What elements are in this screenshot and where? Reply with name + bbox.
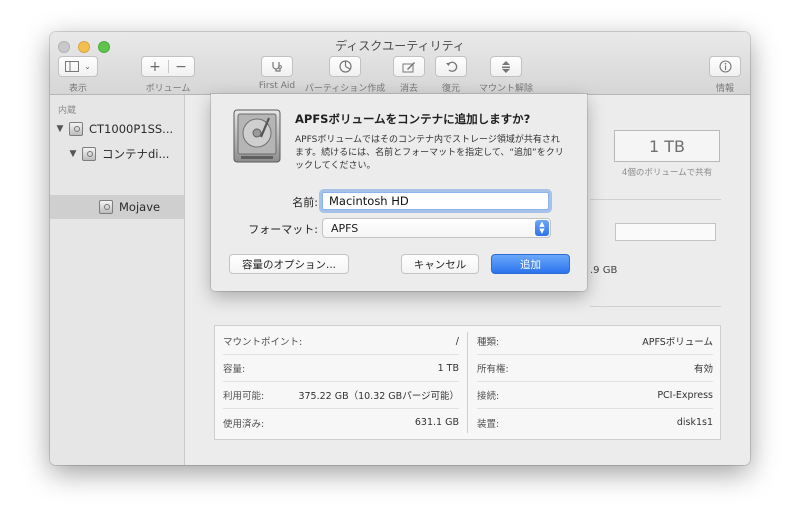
info-label: 種類:	[477, 337, 500, 348]
hard-drive-icon	[233, 109, 281, 163]
info-label: 容量:	[223, 364, 246, 375]
format-label: フォーマット:	[248, 223, 318, 236]
info-row: 使用済み: 631.1 GB	[223, 409, 459, 436]
info-label: 所有権:	[477, 364, 509, 375]
info-column-divider	[467, 332, 468, 433]
divider	[590, 306, 721, 307]
restore-button[interactable]	[435, 56, 467, 77]
erase-button[interactable]	[393, 56, 425, 77]
first-aid-label: First Aid	[258, 81, 296, 91]
info-row: 利用可能: 375.22 GB（10.32 GBパージ可能）	[223, 382, 459, 409]
view-button[interactable]: ⌄	[58, 56, 98, 77]
sidebar-section-internal: 内蔵	[58, 106, 77, 116]
info-row: 種類: APFSボリューム	[477, 328, 713, 355]
usage-bar	[615, 223, 716, 241]
info-button[interactable]	[709, 56, 741, 77]
sidebar: 内蔵 ▼ CT1000P1SS... ▼ コンテナdi... Mojave	[50, 95, 185, 465]
volume-segment: + −	[141, 56, 195, 77]
unmount-icon	[502, 60, 510, 73]
info-row: 装置: disk1s1	[477, 409, 713, 436]
sheet-description: APFSボリュームではそのコンテナ内でストレージ領域が共有されます。続けるには、…	[295, 135, 564, 171]
select-arrows-icon: ▲ ▼	[535, 220, 549, 236]
sidebar-item-label: コンテナdi...	[102, 147, 170, 161]
capacity-shared-label: 4個のボリュームで共有	[621, 168, 713, 178]
sidebar-item-volume[interactable]: Mojave	[50, 195, 184, 219]
sidebar-item-label: Mojave	[119, 200, 161, 214]
name-label: 名前:	[292, 196, 318, 209]
size-options-button[interactable]: 容量のオプション...	[229, 254, 349, 274]
disclosure-triangle-icon[interactable]: ▼	[54, 124, 66, 134]
container-disk-icon	[82, 147, 96, 161]
add-button[interactable]: 追加	[491, 254, 570, 274]
chevron-down-icon: ⌄	[84, 62, 91, 71]
volume-label: ボリューム	[145, 84, 191, 94]
unmount-button[interactable]	[490, 56, 522, 77]
first-aid-button[interactable]	[261, 56, 293, 77]
sheet-title: APFSボリュームをコンテナに追加しますか?	[295, 112, 531, 126]
sidebar-icon	[65, 61, 80, 72]
restore-arrow-icon	[445, 61, 457, 72]
disclosure-triangle-icon[interactable]: ▼	[67, 149, 79, 159]
info-table: マウントポイント: / 容量: 1 TB 利用可能: 375.22 GB（10.…	[214, 325, 721, 440]
info-value: disk1s1	[676, 417, 713, 428]
format-select[interactable]: APFS ▲ ▼	[322, 218, 551, 238]
info-row: 所有権: 有効	[477, 355, 713, 382]
info-label: 接続:	[477, 391, 500, 402]
info-value: /	[455, 335, 459, 347]
info-row: 接続: PCI-Express	[477, 382, 713, 409]
sidebar-item-physical-disk[interactable]: ▼ CT1000P1SS...	[50, 117, 188, 141]
info-value: 1 TB	[437, 362, 459, 374]
view-label: 表示	[68, 84, 87, 94]
info-label: 使用済み:	[223, 418, 265, 430]
erase-pencil-icon	[402, 61, 415, 72]
segment-divider	[168, 60, 169, 73]
info-row: マウントポイント: /	[223, 328, 459, 355]
info-value: PCI-Express	[657, 389, 713, 401]
sidebar-item-container[interactable]: ▼ コンテナdi...	[50, 142, 184, 166]
unmount-label: マウント解除	[478, 84, 533, 94]
info-value: 631.1 GB	[414, 417, 459, 428]
format-selected-value: APFS	[331, 221, 359, 235]
info-value: APFSボリューム	[642, 337, 713, 348]
partition-button[interactable]	[329, 56, 361, 77]
info-value: 375.22 GB（10.32 GBパージ可能）	[298, 391, 459, 402]
info-label: 装置:	[477, 418, 500, 430]
window-title: ディスクユーティリティ	[335, 39, 465, 53]
info-icon	[718, 60, 732, 73]
remove-volume-button[interactable]: −	[168, 59, 194, 75]
add-volume-sheet: APFSボリュームをコンテナに追加しますか? APFSボリュームではそのコンテナ…	[211, 94, 587, 291]
usage-size-text: .9 GB	[590, 265, 618, 276]
divider	[590, 199, 721, 200]
partition-pie-icon	[338, 60, 352, 73]
info-label: 利用可能:	[223, 391, 265, 402]
partition-label: パーティション作成	[304, 84, 386, 94]
info-value: 有効	[693, 364, 713, 375]
volume-name-input[interactable]	[322, 192, 549, 210]
add-volume-button[interactable]: +	[142, 59, 168, 75]
restore-label: 復元	[441, 84, 460, 94]
erase-label: 消去	[399, 84, 418, 94]
volume-disk-icon	[99, 200, 113, 214]
hard-disk-icon	[69, 122, 83, 136]
info-row: 容量: 1 TB	[223, 355, 459, 382]
stethoscope-icon	[272, 61, 282, 72]
toolbar: ディスクユーティリティ ⌄ 表示 + − ボリューム First Aid パーテ…	[50, 32, 750, 95]
sidebar-item-label: CT1000P1SS...	[89, 122, 174, 136]
capacity-box: 1 TB	[614, 130, 720, 162]
info-label: 情報	[715, 84, 734, 94]
cancel-button[interactable]: キャンセル	[401, 254, 479, 274]
info-label: マウントポイント:	[223, 337, 303, 348]
